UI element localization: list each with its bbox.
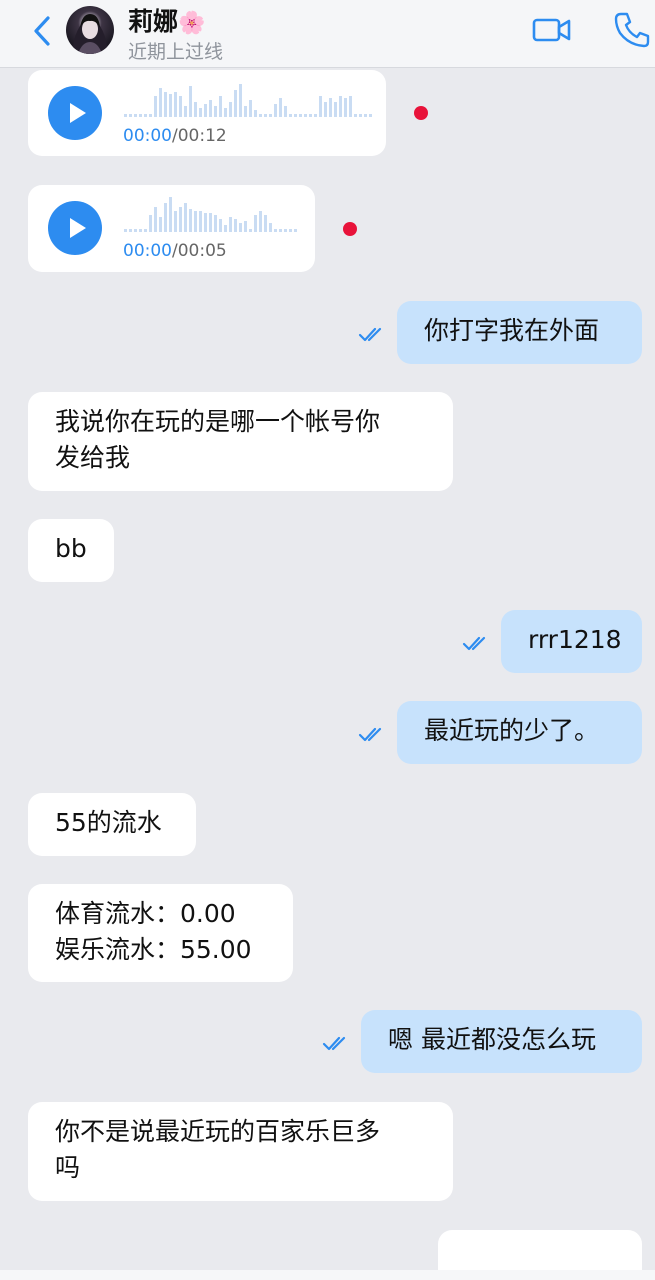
- message-text: bb: [55, 534, 87, 563]
- back-chevron-icon[interactable]: [28, 14, 58, 48]
- waveform: [124, 197, 297, 232]
- message-bubble-incoming[interactable]: 55的流水: [28, 793, 196, 856]
- voice-total-time: /00:12: [172, 126, 227, 146]
- voice-current-time: 00:00: [123, 241, 172, 261]
- chat-header: 莉娜🌸 近期上过线: [0, 0, 655, 68]
- waveform: [124, 84, 372, 117]
- message-text-line: 吗: [55, 1153, 81, 1182]
- phone-call-icon[interactable]: [612, 10, 652, 50]
- play-icon[interactable]: [48, 201, 102, 255]
- message-text-line: 发给我: [55, 443, 131, 472]
- message-bubble-incoming[interactable]: 体育流水：0.00 娱乐流水：55.00: [28, 884, 293, 982]
- voice-message[interactable]: 00:00/00:12: [28, 70, 386, 156]
- voice-message[interactable]: 00:00/00:05: [28, 185, 315, 272]
- voice-total-time: /00:05: [172, 241, 227, 261]
- message-text-line: 我说你在玩的是哪一个帐号你: [55, 407, 381, 436]
- voice-duration: 00:00/00:05: [123, 241, 227, 261]
- read-check-icon: [322, 1036, 346, 1051]
- flower-emoji: 🌸: [178, 11, 206, 36]
- unread-dot: [414, 106, 428, 120]
- message-bubble-incoming[interactable]: bb: [28, 519, 114, 582]
- play-icon[interactable]: [48, 86, 102, 140]
- message-bubble-outgoing[interactable]: 嗯 最近都没怎么玩: [361, 1010, 642, 1073]
- voice-duration: 00:00/00:12: [123, 126, 227, 146]
- message-bubble-outgoing[interactable]: rrr1218: [501, 610, 642, 673]
- message-list[interactable]: 00:00/00:12 00:00/00:05 你打字我在外面 我说你在玩的是哪…: [0, 68, 655, 1280]
- unread-dot: [343, 222, 357, 236]
- message-bubble-outgoing[interactable]: 你打字我在外面: [397, 301, 642, 364]
- avatar[interactable]: [66, 6, 114, 54]
- read-check-icon: [358, 727, 382, 742]
- read-check-icon: [358, 327, 382, 342]
- message-text: 最近玩的少了。: [424, 716, 600, 745]
- contact-status: 近期上过线: [128, 41, 224, 63]
- contact-name-text: 莉娜: [128, 7, 179, 36]
- message-text-line: 娱乐流水：55.00: [55, 935, 252, 964]
- message-bubble-outgoing[interactable]: 最近玩的少了。: [397, 701, 642, 764]
- message-text: 嗯 最近都没怎么玩: [388, 1025, 596, 1054]
- message-text: 55的流水: [55, 808, 162, 837]
- read-check-icon: [462, 636, 486, 651]
- message-text-line: 体育流水：0.00: [55, 899, 236, 928]
- message-text-line: 你不是说最近玩的百家乐巨多: [55, 1117, 381, 1146]
- message-text: 你打字我在外面: [424, 316, 600, 345]
- message-bubble-incoming[interactable]: 你不是说最近玩的百家乐巨多 吗: [28, 1102, 453, 1201]
- video-call-icon[interactable]: [532, 13, 572, 47]
- voice-current-time: 00:00: [123, 126, 172, 146]
- contact-name[interactable]: 莉娜🌸: [128, 2, 205, 38]
- bottom-edge: [0, 1270, 655, 1280]
- message-text: rrr1218: [528, 625, 622, 654]
- message-bubble-incoming[interactable]: 我说你在玩的是哪一个帐号你 发给我: [28, 392, 453, 491]
